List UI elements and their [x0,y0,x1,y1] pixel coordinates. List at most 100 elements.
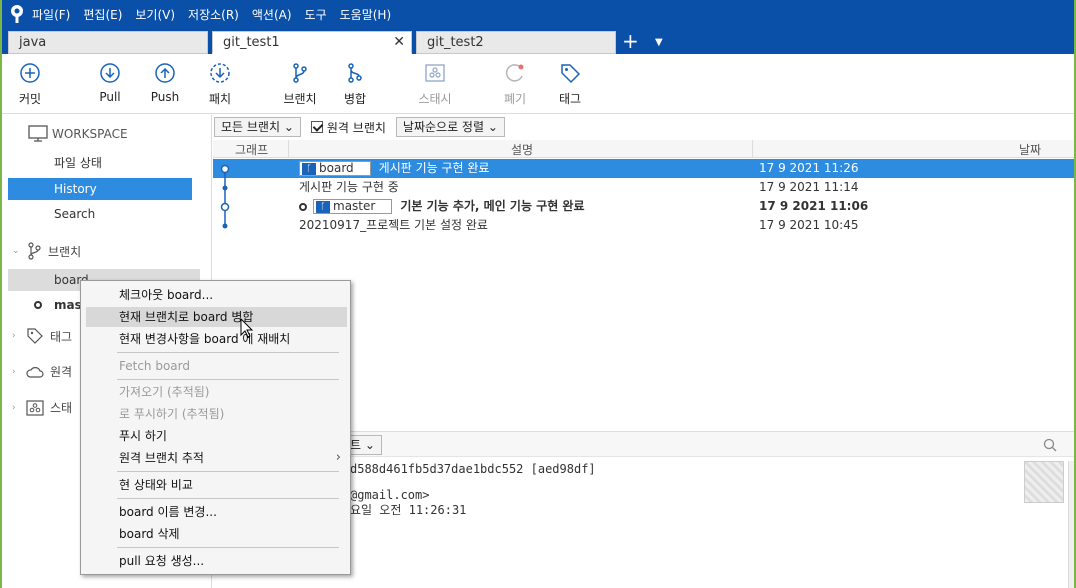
sidebar-item-search[interactable]: Search [8,203,192,225]
cloud-icon [26,366,44,378]
search-icon[interactable] [1043,438,1057,452]
menu-view[interactable]: 보기(V) [135,6,175,23]
menu-tools[interactable]: 도구 [305,6,327,23]
commit-row[interactable]: ᚴ master 기본 기능 추가, 메인 기능 구현 완료 17 9 2021 1… [213,197,1074,216]
chevron-right-icon: › [12,331,16,341]
tab-label: git_test2 [427,35,484,50]
tag-label: 태그 [558,92,582,106]
commit-date: 17 9 2021 11:14 [759,180,859,194]
tab-git-test2[interactable]: git_test2 [416,31,616,54]
column-divider[interactable] [752,140,753,158]
menu-item-create-pull-request[interactable]: pull 요청 생성... [86,551,347,571]
sidebar-section-tags[interactable]: › 태그 [12,327,72,345]
checkbox-checked-icon [310,121,323,133]
menu-separator [117,471,339,472]
sort-dropdown[interactable]: 날짜순으로 정렬 ⌄ [395,117,505,137]
sidebar-item-history[interactable]: History [8,178,192,200]
current-branch-icon [34,301,42,309]
menu-item-track-remote[interactable]: 원격 브랜치 추적 › [86,448,347,468]
remote-branches-checkbox[interactable]: 원격 브랜치 [307,119,390,136]
menu-item-rebase[interactable]: 현재 변경사항을 board 에 재배치 [86,329,347,349]
menu-item-push[interactable]: 푸시 하기 [86,426,347,446]
menu-actions[interactable]: 액션(A) [252,6,292,23]
author-email: @gmail.com> [350,488,430,502]
menu-item-push-tracked[interactable]: 로 푸시하기 (추적됨) [86,404,347,424]
all-branches-dropdown[interactable]: 모든 브랜치 ⌄ [214,117,301,137]
history-filter-bar: 모든 브랜치 ⌄ 원격 브랜치 날짜순으로 정렬 ⌄ [214,116,505,138]
menu-repository[interactable]: 저장소(R) [188,6,239,23]
menu-edit[interactable]: 편집(E) [83,6,122,23]
menu-item-merge-into-current[interactable]: 현재 브랜치로 board 병합 [86,307,347,327]
push-button[interactable]: Push [140,62,190,104]
menu-separator [117,547,339,548]
branch-tag-board: ᚴ board [299,161,371,176]
branch-context-menu: 체크아웃 board... 현재 브랜치로 board 병합 현재 변경사항을 … [80,280,351,575]
commit-table-header: 그래프 설명 날짜 [213,140,1074,158]
sidebar-item-file-status[interactable]: 파일 상태 [8,152,192,174]
mouse-cursor-icon [240,318,254,338]
dashed-arrow-down-circle-icon [210,63,230,83]
remotes-label: 원격 [50,365,73,379]
menu-help[interactable]: 도움말(H) [340,6,392,23]
merge-button[interactable]: 병합 [330,62,380,107]
toolbar: 커밋 Pull Push 패치 브랜치 병합 스태시 폐기 태그 [2,54,1074,114]
tab-bar: java git_test1 ✕ git_test2 + ▼ [2,28,1074,54]
column-date[interactable]: 날짜 [1019,141,1041,158]
branch-button[interactable]: 브랜치 [275,62,325,107]
discard-icon [505,64,524,82]
tab-git-test1[interactable]: git_test1 ✕ [212,31,412,54]
menu-item-fetch[interactable]: Fetch board [86,356,347,376]
tags-label: 태그 [50,329,73,344]
commit-row[interactable]: ᚴ board 게시판 기능 구현 완료 17 9 2021 11:26 [213,159,1074,178]
menu-bar: 파일(F) 편집(E) 보기(V) 저장소(R) 액션(A) 도구 도움말(H) [2,0,1074,28]
plus-circle-icon [20,63,40,83]
column-divider[interactable] [288,140,289,158]
menu-item-pull-tracked[interactable]: 가져오기 (추적됨) [86,382,347,402]
menu-item-checkout[interactable]: 체크아웃 board... [86,285,347,305]
sidebar-item-label: Search [54,207,96,221]
tab-java[interactable]: java [8,31,208,54]
menu-separator [117,379,339,380]
monitor-icon [28,125,48,142]
app-window: 파일(F) 편집(E) 보기(V) 저장소(R) 액션(A) 도구 도움말(H)… [0,0,1076,588]
close-icon[interactable]: ✕ [393,32,405,53]
tag-button[interactable]: 태그 [545,62,595,107]
tab-dropdown-icon[interactable]: ▼ [655,32,663,54]
tab-label: git_test1 [223,35,280,50]
menu-item-delete[interactable]: board 삭제 [86,524,347,544]
column-graph[interactable]: 그래프 [235,141,268,158]
menu-item-diff[interactable]: 현 상태와 비교 [86,475,347,495]
merge-label: 병합 [343,92,367,106]
sidebar-section-remotes[interactable]: › 원격 [12,363,72,380]
tag-icon [561,64,581,84]
column-description[interactable]: 설명 [511,141,533,158]
commit-datetime: 요일 오전 11:26:31 [350,503,467,517]
tag-label: board [319,161,354,175]
chevron-right-icon: › [12,402,16,413]
commit-message: ᚴ master 기본 기능 추가, 메인 기능 구현 완료 [299,197,585,216]
tag-icon [27,328,43,344]
commit-message-text: 게시판 기능 구현 완료 [378,161,490,175]
new-tab-button[interactable]: + [622,30,639,52]
stash-icon [26,399,44,416]
scrollbar[interactable] [1068,461,1074,588]
commit-hash: d588d461fb5d37dae1bdc552 [aed98df] [350,462,596,476]
commit-row[interactable]: 게시판 기능 구현 중 17 9 2021 11:14 [213,178,1074,197]
commit-message-text: 기본 기능 추가, 메인 기능 구현 완료 [400,199,585,213]
menu-item-rename[interactable]: board 이름 변경... [86,502,347,522]
pull-button[interactable]: Pull [85,62,135,104]
sidebar-section-branches[interactable]: ⌄ 브랜치 [12,242,81,260]
workspace-label: WORKSPACE [52,127,128,141]
graph-node [222,185,228,191]
commit-graph [220,164,230,229]
menu-file[interactable]: 파일(F) [32,6,70,23]
discard-button[interactable]: 폐기 [490,62,540,107]
push-label: Push [150,90,180,104]
stash-button[interactable]: 스태시 [410,62,460,107]
sidebar-section-stashes[interactable]: › 스태 [12,399,72,416]
commit-row[interactable]: 20210917_프로젝트 기본 설정 완료 17 9 2021 10:45 [213,216,1074,235]
commit-button[interactable]: 커밋 [5,62,55,107]
fetch-button[interactable]: 패치 [195,62,245,107]
branches-label: 브랜치 [48,244,82,259]
sidebar-item-label: 파일 상태 [54,156,102,170]
